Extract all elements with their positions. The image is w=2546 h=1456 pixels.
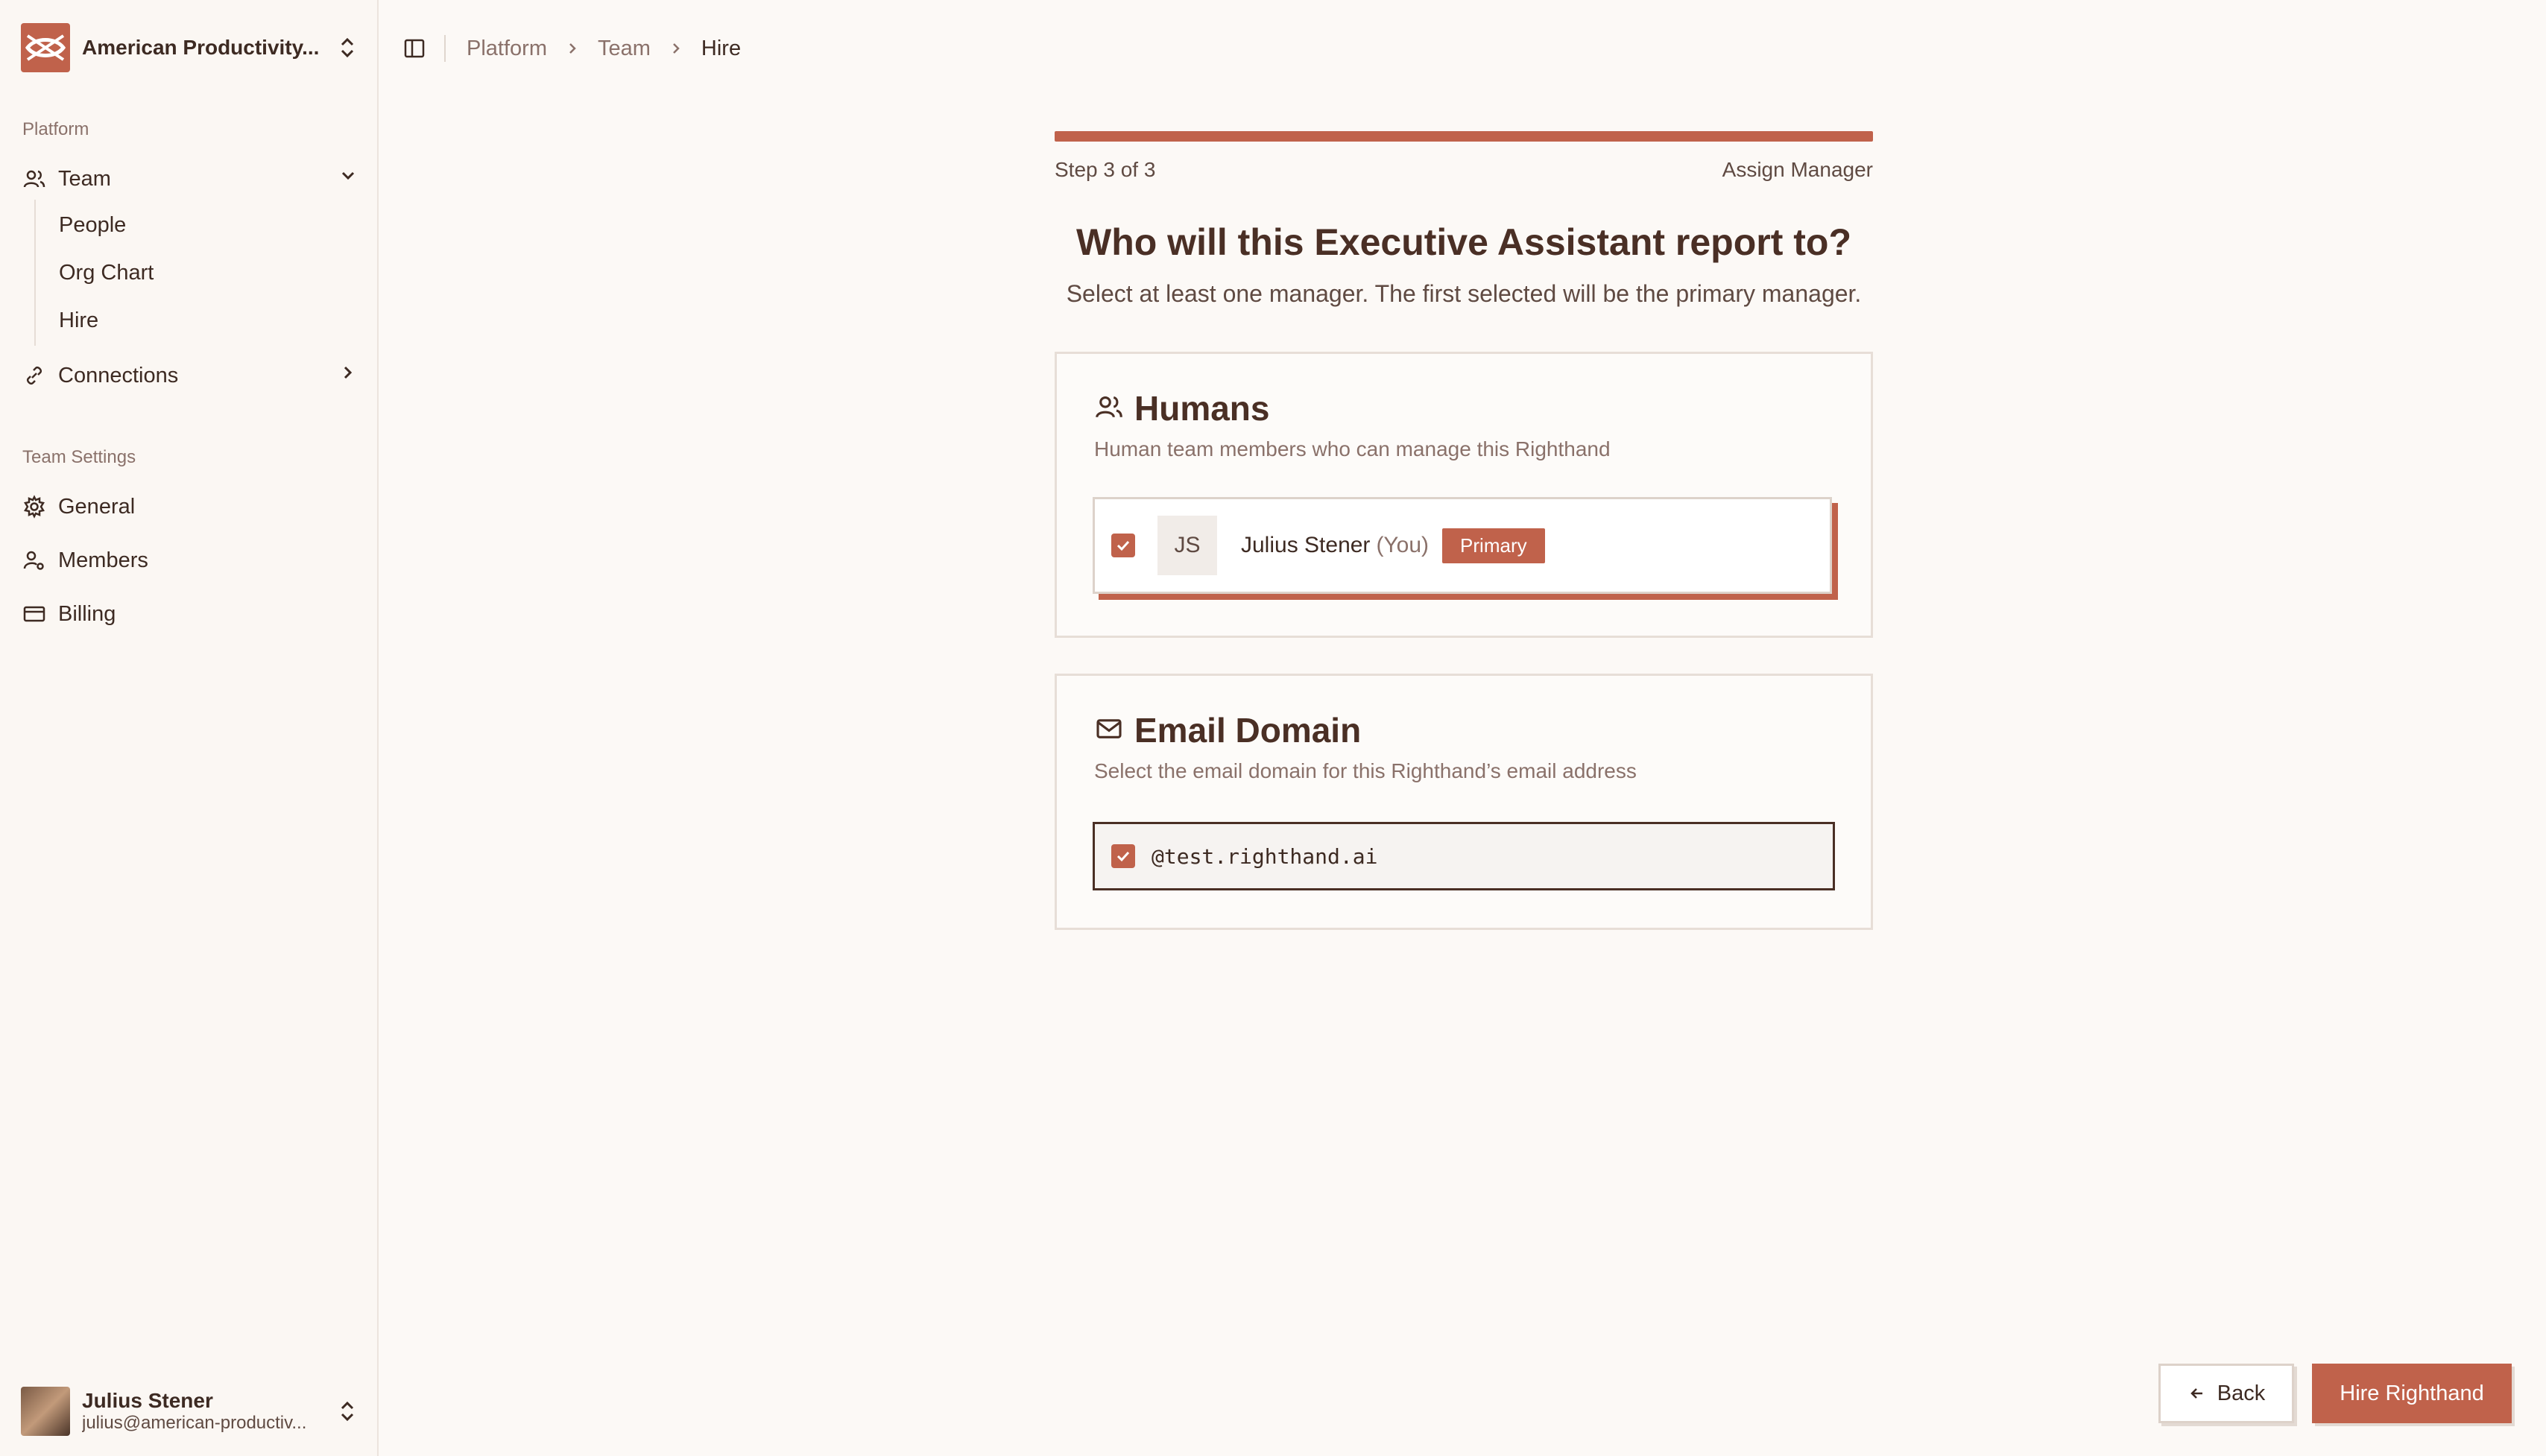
sidebar-item-label: Billing xyxy=(58,601,116,626)
sidebar-item-connections[interactable]: Connections xyxy=(21,353,358,398)
sidebar-item-general[interactable]: General xyxy=(21,484,358,529)
sidebar-toggle-icon[interactable] xyxy=(402,37,426,60)
user-cog-icon xyxy=(21,547,48,574)
divider xyxy=(444,35,446,62)
sidebar: American Productivity... Platform Team P… xyxy=(0,0,379,1456)
email-domain-header: Email Domain xyxy=(1094,710,1361,750)
sidebar-item-label: Connections xyxy=(58,363,179,387)
breadcrumb: Platform Team Hire xyxy=(467,37,741,61)
gear-icon xyxy=(21,493,48,520)
sidebar-item-hire[interactable]: Hire xyxy=(59,308,98,333)
email-domain-description: Select the email domain for this Rightha… xyxy=(1094,759,1637,782)
manager-option[interactable]: JS Julius Stener (You) Primary xyxy=(1093,497,1832,594)
user-name: Julius Stener xyxy=(82,1389,213,1412)
back-button[interactable]: Back xyxy=(2158,1364,2294,1423)
hire-wizard: Step 3 of 3 Assign Manager Who will this… xyxy=(1055,131,1873,930)
page-title: Who will this Executive Assistant report… xyxy=(1076,221,1851,263)
org-switcher[interactable]: American Productivity... xyxy=(21,22,358,73)
humans-description: Human team members who can manage this R… xyxy=(1094,437,1611,460)
user-info: Julius Stener julius@american-productiv.… xyxy=(82,1389,337,1434)
chevrons-up-down-icon xyxy=(337,33,358,63)
chevron-right-icon xyxy=(338,363,358,388)
step-counter: Step 3 of 3 xyxy=(1055,158,1156,181)
users-icon xyxy=(1094,392,1124,425)
primary-badge: Primary xyxy=(1442,528,1545,563)
section-label-platform: Platform xyxy=(22,119,89,139)
mail-icon xyxy=(1094,714,1124,747)
breadcrumb-team[interactable]: Team xyxy=(598,37,651,61)
sidebar-item-label: Members xyxy=(58,548,148,572)
manager-you-label: (You) xyxy=(1376,533,1430,557)
sidebar-item-billing[interactable]: Billing xyxy=(21,592,358,636)
sidebar-item-org-chart[interactable]: Org Chart xyxy=(59,261,154,285)
user-menu[interactable]: Julius Stener julius@american-productiv.… xyxy=(21,1383,358,1440)
step-row: Step 3 of 3 Assign Manager xyxy=(1055,158,1873,182)
user-email: julius@american-productiv... xyxy=(82,1413,307,1433)
chevron-right-icon xyxy=(565,41,580,56)
arrow-left-icon xyxy=(2188,1384,2207,1403)
email-domain-card: Email Domain Select the email domain for… xyxy=(1055,674,1873,930)
credit-card-icon xyxy=(21,601,48,627)
chevrons-up-down-icon xyxy=(337,1396,358,1426)
chevron-right-icon xyxy=(669,41,683,56)
back-label: Back xyxy=(2217,1381,2266,1405)
humans-header: Humans xyxy=(1094,388,1269,428)
progress-bar xyxy=(1055,131,1873,142)
humans-card: Humans Human team members who can manage… xyxy=(1055,352,1873,638)
avatar: JS xyxy=(1157,516,1217,575)
domain-value: @test.righthand.ai xyxy=(1152,843,1378,869)
avatar xyxy=(21,1387,70,1436)
manager-name: Julius Stener xyxy=(1241,533,1371,557)
topbar: Platform Team Hire xyxy=(402,30,741,67)
humans-title: Humans xyxy=(1134,389,1270,428)
link-icon xyxy=(21,362,48,389)
section-label-team-settings: Team Settings xyxy=(22,447,136,467)
breadcrumb-platform[interactable]: Platform xyxy=(467,37,547,61)
chevron-down-icon xyxy=(338,166,358,192)
breadcrumb-hire: Hire xyxy=(701,36,742,60)
subnav-line xyxy=(34,200,36,346)
sidebar-item-label: General xyxy=(58,494,136,519)
users-icon xyxy=(21,165,48,192)
sidebar-item-label: Team xyxy=(58,166,111,191)
org-name: American Productivity... xyxy=(82,36,320,59)
domain-option[interactable]: @test.righthand.ai xyxy=(1093,822,1835,890)
sidebar-item-members[interactable]: Members xyxy=(21,538,358,583)
page-subtitle: Select at least one manager. The first s… xyxy=(1066,280,1862,307)
sidebar-item-people[interactable]: People xyxy=(59,213,126,238)
email-domain-title: Email Domain xyxy=(1134,711,1362,750)
hire-righthand-button[interactable]: Hire Righthand xyxy=(2312,1364,2512,1423)
manager-checkbox[interactable] xyxy=(1111,534,1135,557)
org-logo-icon xyxy=(21,23,70,72)
step-name: Assign Manager xyxy=(1722,158,1873,181)
domain-checkbox[interactable] xyxy=(1111,844,1135,868)
sidebar-item-team[interactable]: Team xyxy=(21,156,358,201)
